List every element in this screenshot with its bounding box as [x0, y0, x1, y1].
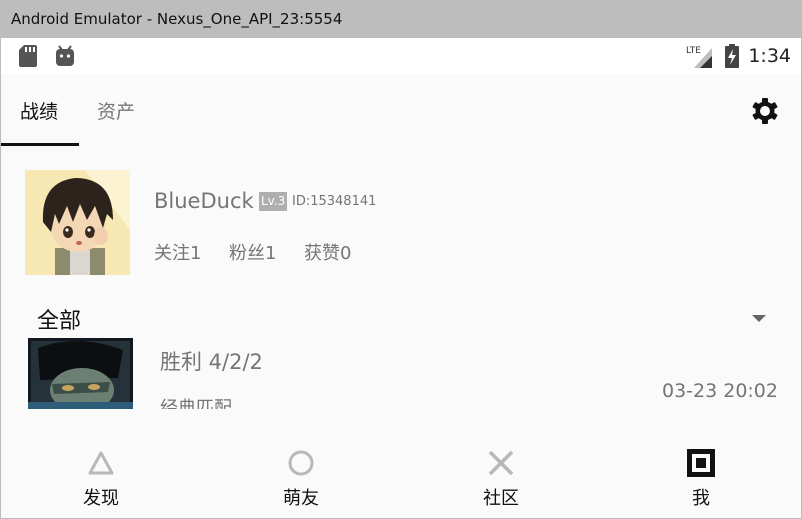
nav-label: 社区: [483, 488, 519, 509]
nav-me[interactable]: 我: [601, 409, 801, 518]
anime-avatar-image: [25, 170, 130, 275]
emulator-title-bar: Android Emulator - Nexus_One_API_23:5554: [0, 0, 802, 38]
match-filter-select[interactable]: 全部: [37, 303, 81, 335]
match-mode: 经典匹配: [160, 398, 232, 410]
square-icon: [687, 449, 715, 477]
circle-icon: [288, 450, 314, 476]
status-time: 1:34: [748, 45, 791, 67]
nav-community[interactable]: 社区: [401, 409, 601, 518]
bottom-navigation: 发现 萌友 社区 我: [1, 409, 801, 518]
username: BlueDuck: [154, 189, 254, 213]
champion-portrait-image: [28, 338, 133, 410]
user-avatar[interactable]: [25, 170, 130, 275]
dropdown-arrow-icon[interactable]: [751, 313, 767, 323]
svg-text:LTE: LTE: [686, 46, 701, 56]
likes-count[interactable]: 获赞0: [304, 239, 351, 265]
user-id: ID:15348141: [292, 194, 377, 209]
status-bar: LTE 1:34: [1, 38, 801, 74]
cross-icon: [488, 450, 514, 476]
nav-friends[interactable]: 萌友: [201, 409, 401, 518]
nav-discover[interactable]: 发现: [1, 409, 201, 518]
android-debug-icon: [56, 45, 74, 66]
device-screen: LTE 1:34 战绩 资产 BlueDuck Lv.3 ID:15348141…: [1, 38, 801, 518]
tab-record[interactable]: 战绩: [20, 97, 58, 124]
battery-charging-icon: [725, 44, 740, 68]
fans-count[interactable]: 粉丝1: [229, 239, 276, 265]
tab-assets[interactable]: 资产: [97, 97, 135, 124]
champion-portrait[interactable]: [28, 338, 133, 410]
match-time: 03-23 20:02: [661, 380, 778, 402]
follow-count[interactable]: 关注1: [154, 239, 201, 265]
settings-gear-icon[interactable]: [751, 97, 779, 125]
lte-signal-icon: LTE: [686, 46, 713, 68]
nav-label: 发现: [83, 488, 119, 509]
window-title: Android Emulator - Nexus_One_API_23:5554: [11, 10, 343, 28]
match-result: 胜利 4/2/2: [160, 350, 263, 374]
status-right: LTE 1:34: [686, 38, 791, 74]
sd-card-icon: [19, 45, 37, 67]
active-tab-indicator: [1, 143, 79, 146]
triangle-icon: [88, 451, 114, 475]
nav-label: 萌友: [283, 488, 319, 509]
nav-label: 我: [692, 488, 710, 509]
level-badge: Lv.3: [259, 192, 288, 211]
